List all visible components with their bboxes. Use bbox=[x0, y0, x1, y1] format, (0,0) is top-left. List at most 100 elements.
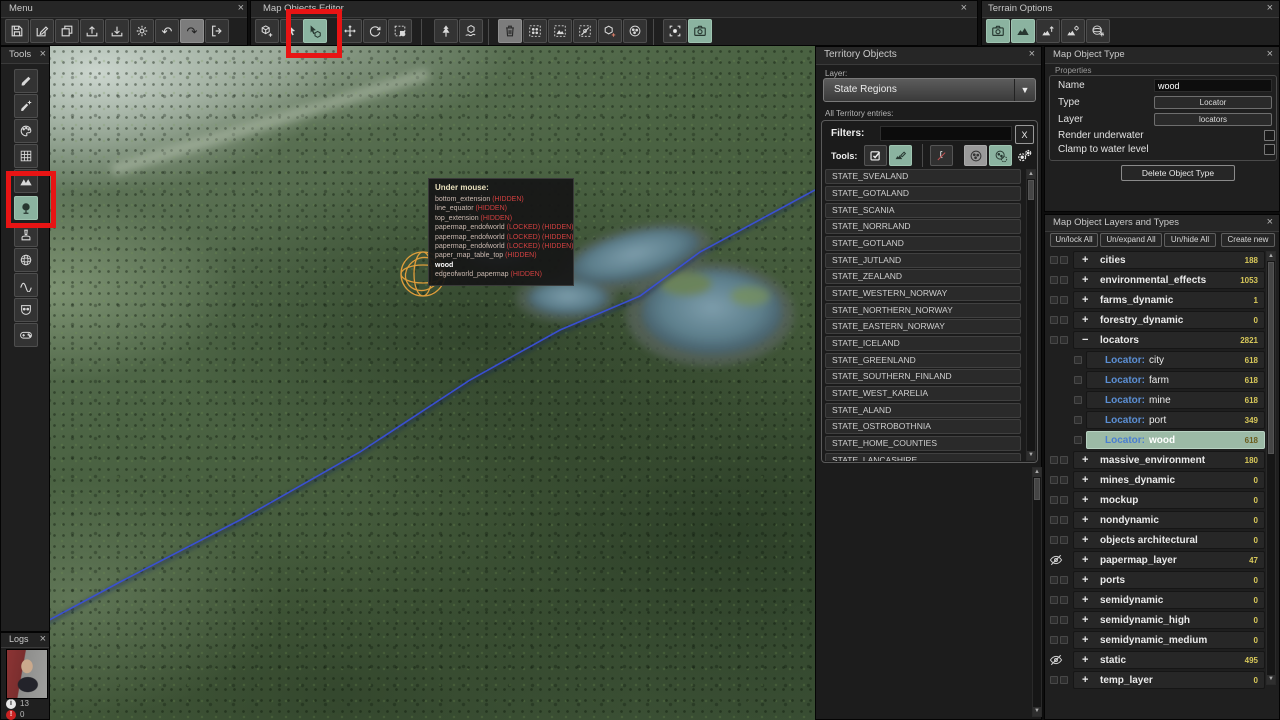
territory-settings-button[interactable] bbox=[1013, 145, 1036, 166]
list-item[interactable]: STATE_WEST_KARELIA bbox=[825, 386, 1021, 401]
expand-icon[interactable]: + bbox=[1082, 454, 1088, 466]
undo-button[interactable]: ↶ bbox=[155, 19, 179, 43]
close-icon[interactable]: × bbox=[1267, 48, 1273, 61]
unlock-all-button[interactable]: Un/lock All bbox=[1050, 233, 1098, 247]
settings-button[interactable] bbox=[130, 19, 154, 43]
lock-toggle[interactable] bbox=[1050, 596, 1058, 604]
lock-toggle[interactable] bbox=[1050, 536, 1058, 544]
terrain-camera-button[interactable] bbox=[986, 19, 1010, 43]
log-info-count[interactable]: i13 bbox=[6, 699, 29, 710]
list-item[interactable]: STATE_GOTLAND bbox=[825, 236, 1021, 251]
selection-hide-button[interactable] bbox=[573, 19, 597, 43]
detail-brush-tool-button[interactable] bbox=[14, 94, 38, 118]
list-item[interactable]: STATE_ALAND bbox=[825, 403, 1021, 418]
export-button[interactable] bbox=[80, 19, 104, 43]
log-error-count[interactable]: !0 bbox=[6, 710, 24, 720]
scroll-down-icon[interactable]: ▼ bbox=[1267, 675, 1275, 684]
mask-tool-button[interactable] bbox=[14, 298, 38, 322]
add-to-selection-button[interactable] bbox=[598, 19, 622, 43]
randomize-off-button[interactable] bbox=[964, 145, 987, 166]
close-icon[interactable]: × bbox=[961, 2, 967, 15]
rotate-button[interactable] bbox=[363, 19, 387, 43]
gameview-tool-button[interactable] bbox=[14, 323, 38, 347]
visibility-toggle[interactable] bbox=[1060, 296, 1068, 304]
lock-toggle[interactable] bbox=[1050, 516, 1058, 524]
list-item[interactable]: STATE_ZEALAND bbox=[825, 269, 1021, 284]
lock-toggle[interactable] bbox=[1050, 636, 1058, 644]
render-underwater-checkbox[interactable] bbox=[1264, 130, 1275, 141]
close-icon[interactable]: × bbox=[1267, 2, 1273, 15]
expand-icon[interactable]: + bbox=[1082, 514, 1088, 526]
name-input[interactable] bbox=[1154, 79, 1272, 92]
visibility-toggle[interactable] bbox=[1060, 516, 1068, 524]
delete-selected-button[interactable] bbox=[498, 19, 522, 43]
edit-button[interactable] bbox=[30, 19, 54, 43]
eye-slash-icon[interactable] bbox=[1049, 654, 1063, 666]
clear-filters-button[interactable]: X bbox=[1015, 125, 1034, 144]
visibility-toggle[interactable] bbox=[1060, 316, 1068, 324]
lock-toggle[interactable] bbox=[1050, 316, 1058, 324]
list-item[interactable]: STATE_GREENLAND bbox=[825, 353, 1021, 368]
scale-button[interactable] bbox=[388, 19, 412, 43]
select-check-button[interactable] bbox=[864, 145, 887, 166]
lock-toggle[interactable] bbox=[1050, 576, 1058, 584]
lock-toggle[interactable] bbox=[1050, 256, 1058, 264]
expand-icon[interactable]: + bbox=[1082, 614, 1088, 626]
pipette-disabled-button[interactable] bbox=[930, 145, 953, 166]
grid-tool-button[interactable] bbox=[14, 144, 38, 168]
visibility-toggle[interactable] bbox=[1060, 676, 1068, 684]
lock-toggle[interactable] bbox=[1050, 476, 1058, 484]
list-item[interactable]: STATE_JUTLAND bbox=[825, 253, 1021, 268]
unhide-all-button[interactable]: Un/hide All bbox=[1164, 233, 1216, 247]
terrain-raise-button[interactable] bbox=[1036, 19, 1060, 43]
filters-input[interactable] bbox=[880, 126, 1012, 141]
layers-scrollbar[interactable]: ▲ ▼ bbox=[1266, 251, 1276, 685]
visibility-toggle[interactable] bbox=[1060, 456, 1068, 464]
visibility-toggle[interactable] bbox=[1060, 596, 1068, 604]
map-viewport[interactable]: Under mouse: bottom_extension (HIDDEN) l… bbox=[50, 46, 815, 720]
heightmap-tool-button[interactable] bbox=[14, 169, 38, 193]
move-button[interactable] bbox=[338, 19, 362, 43]
panel-scrollbar[interactable]: ▲ ▼ bbox=[1032, 467, 1042, 717]
lock-toggle[interactable] bbox=[1050, 496, 1058, 504]
chevron-down-icon[interactable]: ▼ bbox=[1014, 79, 1035, 101]
close-icon[interactable]: × bbox=[40, 48, 46, 61]
visibility-toggle[interactable] bbox=[1074, 396, 1082, 404]
layer-row[interactable]: +nondynamic0 bbox=[1073, 511, 1265, 529]
expand-icon[interactable]: + bbox=[1082, 634, 1088, 646]
underwater-object-button[interactable] bbox=[459, 19, 483, 43]
vegetation-button[interactable] bbox=[434, 19, 458, 43]
layer-row[interactable]: +papermap_layer47 bbox=[1073, 551, 1265, 569]
globe-tool-button[interactable] bbox=[14, 248, 38, 272]
scroll-up-icon[interactable]: ▲ bbox=[1033, 468, 1041, 477]
layer-row[interactable]: +cities188 bbox=[1073, 251, 1265, 269]
collapse-icon[interactable]: − bbox=[1082, 334, 1088, 346]
expand-icon[interactable]: + bbox=[1082, 314, 1088, 326]
locator-type-row[interactable]: Locator:farm618 bbox=[1086, 371, 1265, 389]
map-objects-tool-button[interactable] bbox=[14, 196, 38, 220]
list-item[interactable]: STATE_GOTALAND bbox=[825, 186, 1021, 201]
layer-row[interactable]: +semidynamic0 bbox=[1073, 591, 1265, 609]
lock-toggle[interactable] bbox=[1050, 456, 1058, 464]
layer-row[interactable]: +objects architectural0 bbox=[1073, 531, 1265, 549]
visibility-toggle[interactable] bbox=[1060, 576, 1068, 584]
lock-toggle[interactable] bbox=[1050, 336, 1058, 344]
eye-slash-icon[interactable] bbox=[1049, 554, 1063, 566]
scrollbar-thumb[interactable] bbox=[1034, 478, 1040, 500]
list-item[interactable]: STATE_EASTERN_NORWAY bbox=[825, 319, 1021, 334]
visibility-toggle[interactable] bbox=[1074, 376, 1082, 384]
scrollbar-thumb[interactable] bbox=[1268, 262, 1274, 454]
randomize-rotation-button[interactable] bbox=[623, 19, 647, 43]
brush-tool-button[interactable] bbox=[14, 69, 38, 93]
selection-terrain-button[interactable] bbox=[548, 19, 572, 43]
list-item[interactable]: STATE_ICELAND bbox=[825, 336, 1021, 351]
visibility-toggle[interactable] bbox=[1060, 276, 1068, 284]
visibility-toggle[interactable] bbox=[1060, 636, 1068, 644]
expand-icon[interactable]: + bbox=[1082, 574, 1088, 586]
redo-button[interactable]: ↷ bbox=[180, 19, 204, 43]
lock-toggle[interactable] bbox=[1050, 676, 1058, 684]
visibility-toggle[interactable] bbox=[1074, 436, 1082, 444]
camera-mode-button[interactable] bbox=[688, 19, 712, 43]
layer-row[interactable]: +temp_layer0 bbox=[1073, 671, 1265, 689]
spline-tool-button[interactable] bbox=[14, 273, 38, 297]
